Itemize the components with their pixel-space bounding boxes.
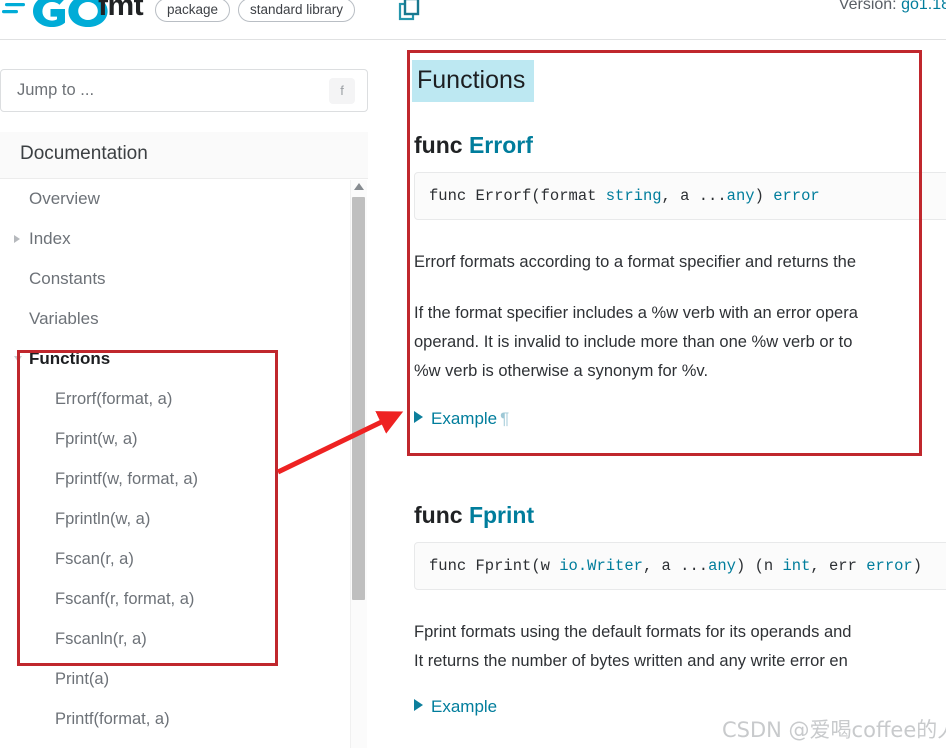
fprint-heading: func Fprint xyxy=(414,502,534,529)
page-root: fmt package standard library Version: go… xyxy=(0,0,946,748)
sidebar-item-label: Print(a) xyxy=(55,670,110,688)
sidebar-item-label: Fscanln(r, a) xyxy=(55,630,147,648)
errorf-heading-prefix: func xyxy=(414,132,469,158)
fprint-signature-code: func Fprint(w io.Writer, a ...any) (n in… xyxy=(414,542,946,590)
errorf-paragraph-2-line-1: If the format specifier includes a %w ve… xyxy=(414,304,858,322)
sidebar-item-label: Fscan(r, a) xyxy=(55,550,134,568)
expand-triangle-icon xyxy=(414,699,423,711)
version-label: Version: go1.18 xyxy=(839,0,946,14)
fprint-paragraph: Fprint formats using the default formats… xyxy=(414,618,851,676)
fprint-example-toggle[interactable]: Example xyxy=(414,697,497,717)
sidebar-item-overview[interactable]: Overview xyxy=(0,179,352,219)
fprint-paragraph-line-1: Fprint formats using the default formats… xyxy=(414,623,852,641)
version-text: Version: xyxy=(838,0,902,13)
sidebar-item-fprintln[interactable]: Fprintln(w, a) xyxy=(0,499,352,539)
sidebar-to-content-arrow xyxy=(258,392,418,492)
jump-to-search[interactable]: Jump to ... f xyxy=(0,69,368,112)
sidebar-title: Documentation xyxy=(20,143,148,164)
copy-path-icon[interactable] xyxy=(398,0,424,22)
site-header: fmt package standard library Version: go… xyxy=(0,0,946,40)
fprint-heading-name[interactable]: Fprint xyxy=(469,502,534,528)
package-title: fmt xyxy=(98,0,144,22)
code-token: , a ... xyxy=(642,557,709,575)
code-token: , a ... xyxy=(661,187,727,205)
sidebar-item-label: Overview xyxy=(29,189,100,208)
sidebar-item-constants[interactable]: Constants xyxy=(0,259,352,299)
code-token: func Errorf(format xyxy=(429,187,606,205)
search-input-placeholder[interactable]: Jump to ... xyxy=(1,81,329,100)
version-value[interactable]: go1.18 xyxy=(901,0,946,13)
badge-package[interactable]: package xyxy=(155,0,231,22)
code-token: , err xyxy=(810,557,867,575)
sidebar-item-fscan[interactable]: Fscan(r, a) xyxy=(0,539,352,579)
main-content: Functions func Errorf func Errorf(format… xyxy=(412,46,946,748)
sidebar-item-label: Errorf(format, a) xyxy=(55,390,173,408)
code-token: func Fprint(w xyxy=(429,557,560,575)
functions-section-heading: Functions xyxy=(412,60,535,102)
sidebar-item-label: Fprintf(w, format, a) xyxy=(55,470,199,488)
sidebar-item-fscanln[interactable]: Fscanln(r, a) xyxy=(0,619,352,659)
sidebar-item-label: Variables xyxy=(29,309,99,328)
chevron-right-icon[interactable] xyxy=(14,235,20,243)
search-shortcut-key: f xyxy=(329,77,355,104)
code-type-token[interactable]: error xyxy=(866,557,913,575)
errorf-heading: func Errorf xyxy=(414,132,533,159)
code-token: ) (n xyxy=(735,557,783,575)
errorf-example-label[interactable]: Example xyxy=(431,409,497,428)
sidebar-item-label: Functions xyxy=(29,349,111,368)
functions-section-heading-wrap: Functions xyxy=(412,60,535,102)
errorf-paragraph-1: Errorf formats according to a format spe… xyxy=(414,253,857,271)
sidebar-item-variables[interactable]: Variables xyxy=(0,299,352,339)
scroll-up-arrow-icon[interactable] xyxy=(354,183,364,190)
sidebar-item-label: Constants xyxy=(29,269,106,288)
code-type-token[interactable]: int xyxy=(783,557,811,575)
errorf-signature-code: func Errorf(format string, a ...any) err… xyxy=(414,172,946,220)
code-type-token[interactable]: any xyxy=(708,557,736,575)
errorf-paragraph-2-line-2: operand. It is invalid to include more t… xyxy=(414,333,853,351)
sidebar-item-println[interactable]: Println(a) xyxy=(0,739,352,748)
sidebar-header: Documentation xyxy=(0,132,368,179)
errorf-anchor-icon[interactable]: ¶ xyxy=(500,409,509,428)
sidebar-item-index[interactable]: Index xyxy=(0,219,352,259)
sidebar-item-label: Printf(format, a) xyxy=(55,710,170,728)
code-token: ) xyxy=(754,187,774,205)
sidebar-item-label: Index xyxy=(29,229,71,248)
errorf-paragraph-2: If the format specifier includes a %w ve… xyxy=(414,299,858,386)
fprint-example-label[interactable]: Example xyxy=(431,697,497,716)
badge-standard-library[interactable]: standard library xyxy=(238,0,356,22)
code-type-token[interactable]: string xyxy=(606,187,662,205)
sidebar-item-fscanf[interactable]: Fscanf(r, format, a) xyxy=(0,579,352,619)
sidebar-item-label: Fprintln(w, a) xyxy=(55,510,151,528)
fprint-paragraph-line-2: It returns the number of bytes written a… xyxy=(414,652,848,670)
code-type-token[interactable]: any xyxy=(727,187,755,205)
csdn-watermark: CSDN @爱喝coffee的人 xyxy=(722,718,946,742)
errorf-paragraph-2-line-3: %w verb is otherwise a synonym for %v. xyxy=(414,362,709,380)
code-token: ) xyxy=(912,557,923,575)
errorf-heading-name[interactable]: Errorf xyxy=(469,132,533,158)
fprint-heading-prefix: func xyxy=(414,502,469,528)
search-input-box[interactable]: Jump to ... f xyxy=(0,69,368,112)
errorf-example-toggle[interactable]: Example ¶ xyxy=(414,409,509,429)
code-type-token[interactable]: io.Writer xyxy=(559,557,643,575)
chevron-down-icon[interactable] xyxy=(14,356,22,362)
sidebar-item-print[interactable]: Print(a) xyxy=(0,659,352,699)
sidebar-item-printf[interactable]: Printf(format, a) xyxy=(0,699,352,739)
sidebar-item-label: Fprint(w, a) xyxy=(55,430,138,448)
sidebar-item-label: Fscanf(r, format, a) xyxy=(55,590,195,608)
sidebar-item-functions[interactable]: Functions xyxy=(0,339,352,379)
code-type-token[interactable]: error xyxy=(773,187,820,205)
